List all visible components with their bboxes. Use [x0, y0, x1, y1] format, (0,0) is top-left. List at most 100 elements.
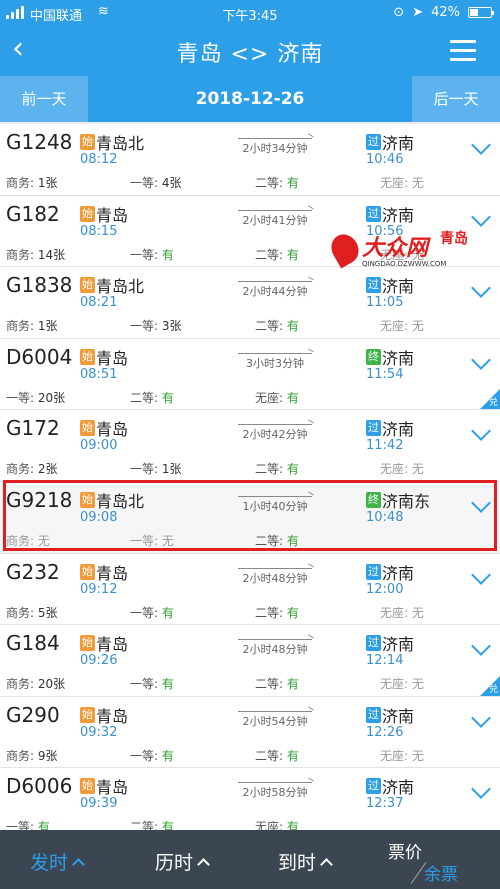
to-station: 过济南	[366, 706, 415, 726]
seat-availability: 无座: 无	[380, 462, 424, 477]
duration: 3小时3分钟	[236, 352, 314, 371]
chevron-down-icon[interactable]	[471, 564, 491, 585]
train-row[interactable]: G184 始青岛 09:26 2小时48分钟 过济南 12:14 商务: 20张 一等: 有 二…	[0, 625, 500, 697]
exchange-badge: 兑	[480, 675, 500, 696]
seat-availability: 一等: 4张	[130, 176, 182, 190]
from-station: 始青岛	[80, 635, 129, 655]
seat-availability: 商务: 20张	[6, 677, 66, 692]
from-station: 始青岛北	[80, 277, 145, 297]
seat-availability: 一等: 有	[130, 605, 174, 620]
train-row[interactable]: G9218 始青岛北 09:08 1小时40分钟 终济南东 10:48 商务: 无 一等: 无…	[0, 481, 500, 554]
flame-icon	[326, 229, 364, 269]
location-icon: ➤	[412, 5, 424, 20]
arrival-time: 11:42	[366, 438, 404, 454]
seat-availability: 二等: 有	[255, 605, 299, 620]
sort-bar: 发时 历时 到时 票价 余票	[0, 830, 500, 889]
seat-availability: 一等: 有	[130, 247, 174, 262]
stop-tag: 过	[366, 134, 381, 150]
train-row[interactable]: G172 始青岛 09:00 2小时42分钟 过济南 11:42 商务: 2张 一等: 1张 二…	[0, 410, 500, 482]
to-station: 过济南	[366, 277, 415, 297]
train-row[interactable]: G1838 始青岛北 08:21 2小时44分钟 过济南 11:05 商务: 1张 一等: 3…	[0, 267, 500, 339]
chevron-down-icon[interactable]	[471, 349, 491, 370]
seat-availability: 商务: 2张	[6, 462, 58, 477]
next-day-button[interactable]: 后一天	[412, 76, 500, 122]
seat-availability: 无座: 无	[380, 677, 424, 692]
duration: 2小时58分钟	[236, 782, 314, 800]
seat-availability: 二等: 有	[255, 247, 299, 262]
seat-availability: 二等: 有	[255, 677, 299, 692]
train-code: G9218	[6, 487, 73, 512]
arrival-time: 10:46	[366, 152, 404, 167]
seat-availability: 二等: 有	[255, 533, 299, 548]
duration: 2小时41分钟	[236, 209, 314, 228]
stop-tag: 过	[366, 706, 381, 723]
chevron-down-icon[interactable]	[471, 493, 491, 513]
seat-availability: 一等: 有	[130, 748, 174, 763]
departure-time: 09:26	[80, 653, 118, 669]
chevron-up-icon	[197, 858, 210, 871]
train-code: G232	[6, 559, 60, 584]
duration: 2小时48分钟	[236, 567, 314, 586]
seat-availability: 无座: 有	[255, 820, 299, 830]
chevron-down-icon[interactable]	[471, 135, 491, 155]
date-bar: 前一天 2018-12-26 后一天	[0, 76, 500, 122]
chevron-down-icon[interactable]	[471, 779, 491, 800]
train-row[interactable]: D6006 始青岛 09:39 2小时58分钟 过济南 12:37 一等: 有 二等: 有 无座…	[0, 768, 500, 830]
train-row[interactable]: G1248 始青岛北 08:12 2小时34分钟 过济南 10:46 商务: 1张 一等: 4…	[0, 124, 500, 196]
duration: 1小时40分钟	[236, 495, 314, 514]
to-station: 过济南	[366, 205, 415, 225]
stop-tag: 过	[366, 778, 381, 795]
list-menu-button[interactable]	[450, 40, 476, 67]
seat-availability: 一等: 20张	[6, 390, 66, 405]
arrival-time: 11:54	[366, 366, 404, 382]
start-tag: 始	[80, 635, 95, 652]
seat-availability: 一等: 无	[130, 533, 174, 548]
arrival-time: 12:37	[366, 796, 404, 812]
battery-percent: 42%	[431, 5, 460, 20]
seat-availability: 二等: 有	[130, 390, 174, 405]
sort-depart-button[interactable]: 发时	[30, 848, 85, 875]
duration: 2小时48分钟	[236, 639, 314, 657]
from-station: 始青岛	[80, 205, 129, 225]
seat-availability: 商务: 1张	[6, 319, 58, 334]
seat-availability: 商务: 9张	[6, 748, 58, 763]
arrival-time: 12:14	[366, 653, 404, 669]
arrival-time: 12:26	[366, 724, 404, 740]
chevron-down-icon[interactable]	[471, 707, 491, 728]
chevron-down-icon[interactable]	[471, 278, 491, 299]
departure-time: 09:32	[80, 724, 118, 740]
from-station: 始青岛	[80, 348, 129, 368]
stop-tag: 过	[366, 277, 381, 294]
train-row[interactable]: D6004 始青岛 08:51 3小时3分钟 终济南 11:54 一等: 20张 二等: 有 无…	[0, 338, 500, 411]
to-station: 过济南	[366, 134, 415, 153]
start-tag: 始	[80, 277, 95, 294]
status-bar: 中国联通 ≋ 下午3:45 ⊙ ➤ 42%	[0, 0, 500, 26]
seat-availability: 无座: 无	[380, 748, 424, 763]
remain-label: 余票	[424, 865, 458, 885]
to-station: 过济南	[366, 778, 415, 798]
from-station: 始青岛	[80, 420, 129, 440]
sort-duration-button[interactable]: 历时	[155, 848, 210, 875]
train-row[interactable]: G290 始青岛 09:32 2小时54分钟 过济南 12:26 商务: 9张 一等: 有 二等…	[0, 696, 500, 769]
duration: 2小时42分钟	[236, 424, 314, 442]
departure-time: 09:00	[80, 438, 118, 454]
seat-availability: 商务: 无	[6, 533, 50, 548]
stop-tag: 过	[366, 205, 381, 222]
departure-time: 08:15	[80, 223, 118, 239]
price-remain-toggle[interactable]: 票价 余票	[388, 830, 500, 889]
start-tag: 始	[80, 563, 95, 580]
chevron-down-icon[interactable]	[471, 206, 491, 227]
duration: 2小时34分钟	[236, 138, 314, 156]
train-row[interactable]: G232 始青岛 09:12 2小时48分钟 过济南 12:00 商务: 5张 一等: 有 二等…	[0, 553, 500, 626]
stop-tag: 终	[366, 348, 381, 365]
from-station: 始青岛	[80, 706, 129, 726]
sort-arrive-button[interactable]: 到时	[278, 848, 333, 875]
seat-availability: 一等: 有	[130, 677, 174, 692]
stop-tag: 过	[366, 420, 381, 437]
chevron-down-icon[interactable]	[471, 636, 491, 657]
page-title: 青岛 <> 济南	[176, 42, 324, 67]
train-code: G1248	[6, 130, 73, 154]
start-tag: 始	[80, 491, 95, 508]
chevron-down-icon[interactable]	[471, 421, 491, 442]
seat-availability: 二等: 有	[255, 319, 299, 334]
